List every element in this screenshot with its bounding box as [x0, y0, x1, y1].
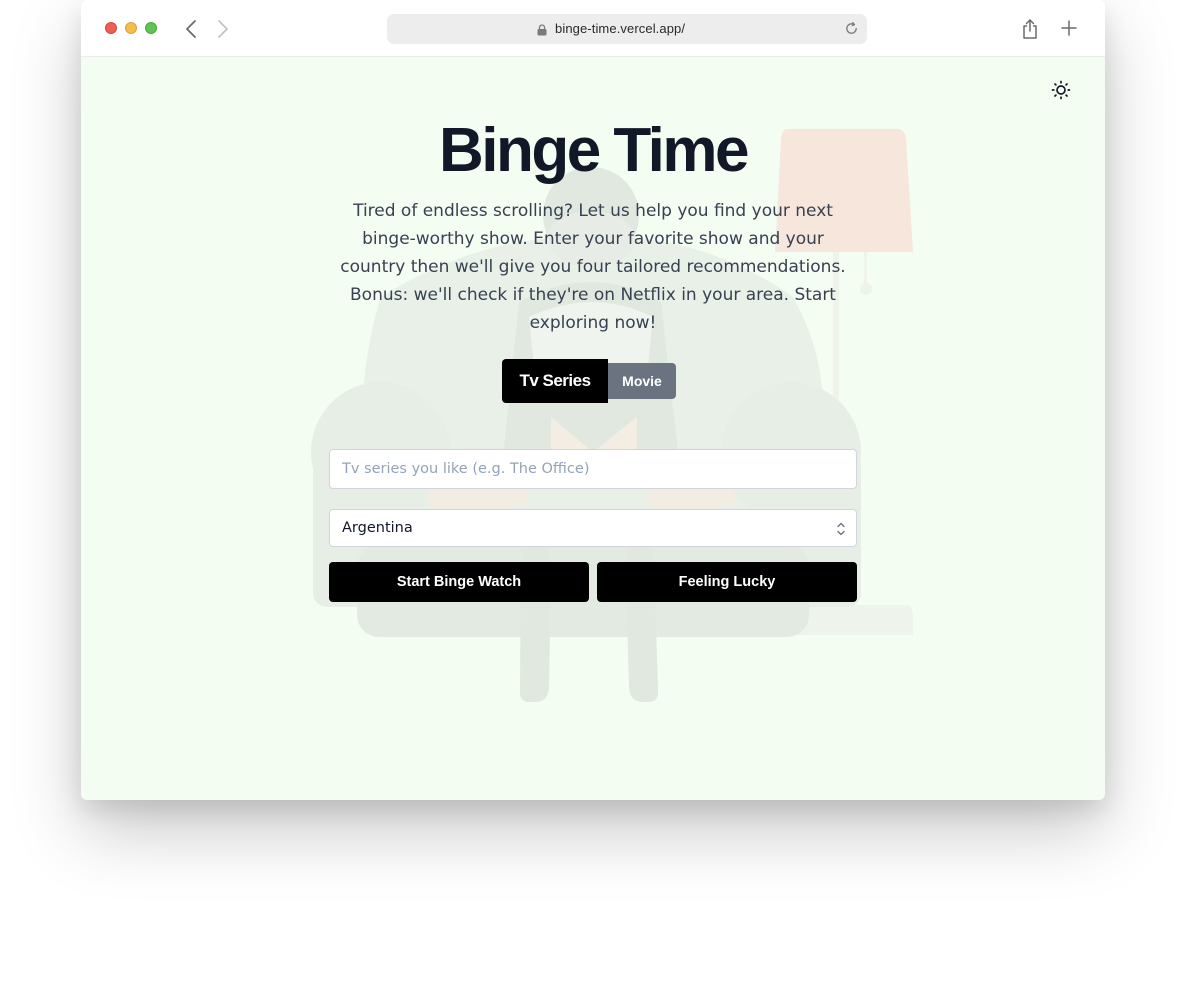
country-select[interactable]: Argentina [329, 509, 857, 547]
reload-icon[interactable] [844, 21, 859, 41]
forward-icon[interactable] [213, 18, 233, 40]
feeling-lucky-button[interactable]: Feeling Lucky [597, 562, 857, 602]
lock-icon [537, 23, 547, 41]
page-description: Tired of endless scrolling? Let us help … [340, 201, 846, 333]
show-search-input[interactable] [329, 449, 857, 489]
url-text: binge-time.vercel.app/ [555, 21, 686, 36]
share-icon[interactable] [1021, 18, 1039, 45]
back-icon[interactable] [181, 18, 201, 40]
page-content: Binge Time Tired of endless scrolling? L… [81, 57, 1105, 800]
page-title: Binge Time [438, 116, 750, 185]
close-window-button[interactable] [105, 22, 117, 34]
chevron-updown-icon [836, 520, 846, 543]
browser-window: binge-time.vercel.app/ Binge Time Tired … [81, 0, 1105, 800]
content-type-toggle: Tv Series Movie [502, 359, 676, 403]
country-selected-value: Argentina [342, 520, 413, 536]
start-binge-watch-button[interactable]: Start Binge Watch [329, 562, 589, 602]
toggle-tv-series[interactable]: Tv Series [502, 359, 608, 403]
sun-icon[interactable] [1049, 78, 1073, 102]
plus-icon[interactable] [1061, 20, 1077, 41]
toggle-movie[interactable]: Movie [608, 363, 676, 399]
address-bar[interactable]: binge-time.vercel.app/ [387, 14, 867, 44]
browser-toolbar: binge-time.vercel.app/ [81, 0, 1105, 57]
zoom-window-button[interactable] [145, 22, 157, 34]
minimize-window-button[interactable] [125, 22, 137, 34]
